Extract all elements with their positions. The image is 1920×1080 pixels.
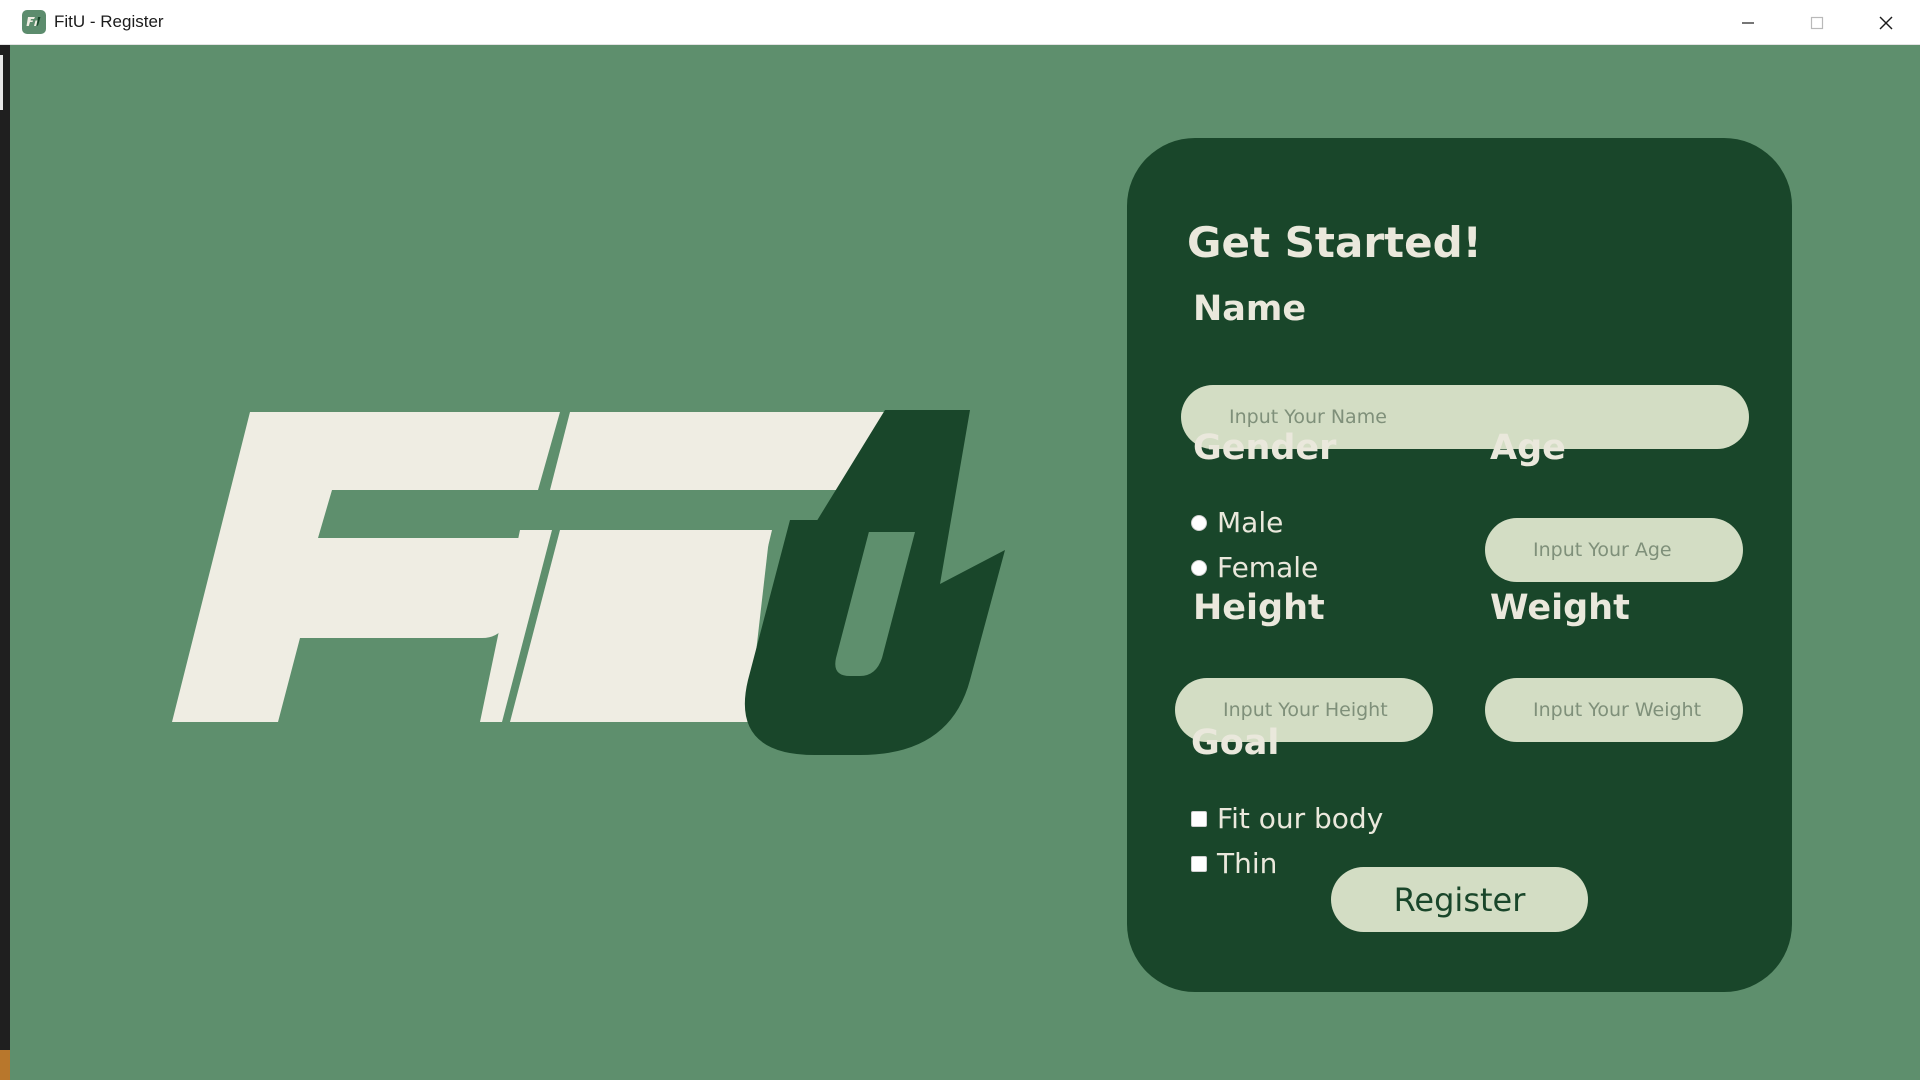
- gender-label: Gender: [1193, 428, 1337, 468]
- register-card: Get Started! Name Gender Male Female Age…: [1127, 138, 1792, 992]
- title-bar: FitU - Register: [0, 0, 1920, 45]
- minimize-icon: [1741, 21, 1754, 24]
- checkbox[interactable]: [1191, 855, 1207, 872]
- height-label: Height: [1193, 588, 1325, 628]
- maximize-icon: [1810, 16, 1823, 29]
- form-title: Get Started!: [1187, 218, 1482, 267]
- minimize-button[interactable]: [1713, 0, 1782, 45]
- age-input[interactable]: [1485, 518, 1743, 582]
- radio-button[interactable]: [1191, 514, 1207, 531]
- taskbar-edge: [0, 1050, 10, 1080]
- window-title: FitU - Register: [54, 12, 164, 31]
- register-button[interactable]: Register: [1331, 867, 1588, 932]
- gender-option-male[interactable]: Male: [1191, 506, 1283, 539]
- goal-option-label: Thin: [1217, 847, 1278, 880]
- goal-option-label: Fit our body: [1217, 802, 1384, 835]
- app-icon: [22, 10, 46, 34]
- app-canvas: Get Started! Name Gender Male Female Age…: [10, 45, 1920, 1080]
- window-controls: [1713, 0, 1920, 45]
- checkbox[interactable]: [1191, 810, 1207, 827]
- desktop-edge-highlight: [0, 55, 3, 110]
- goal-option-thin[interactable]: Thin: [1191, 847, 1277, 880]
- close-button[interactable]: [1851, 0, 1920, 45]
- maximize-button[interactable]: [1782, 0, 1851, 45]
- name-label: Name: [1193, 289, 1307, 329]
- desktop-edge: [0, 45, 10, 1080]
- gender-option-label: Female: [1217, 551, 1319, 584]
- fitu-logo-icon: [26, 17, 41, 26]
- age-label: Age: [1490, 428, 1566, 468]
- close-icon: [1879, 16, 1892, 29]
- weight-input[interactable]: [1485, 678, 1743, 742]
- radio-button[interactable]: [1191, 559, 1207, 576]
- weight-label: Weight: [1490, 588, 1630, 628]
- goal-option-fit[interactable]: Fit our body: [1191, 802, 1383, 835]
- gender-option-female[interactable]: Female: [1191, 551, 1318, 584]
- gender-option-label: Male: [1217, 506, 1284, 539]
- goal-label: Goal: [1191, 723, 1280, 763]
- fitu-logo: [172, 410, 1005, 755]
